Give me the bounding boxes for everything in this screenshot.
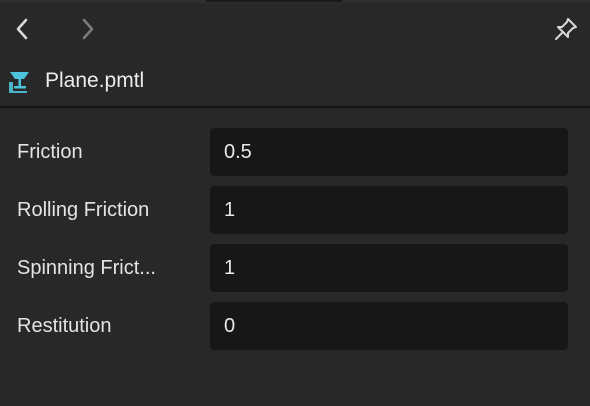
pin-button[interactable] <box>553 16 579 42</box>
spinning-friction-label: Spinning Frict... <box>17 257 156 279</box>
forward-button[interactable] <box>75 16 101 42</box>
inspector-header: Plane.pmtl <box>0 56 590 106</box>
property-row-restitution: Restitution 0 <box>0 302 590 350</box>
spinning-friction-input[interactable]: 1 <box>210 244 568 292</box>
property-row-friction: Friction 0.5 <box>0 128 590 176</box>
back-button[interactable] <box>9 16 35 42</box>
material-icon <box>9 72 29 93</box>
rolling-friction-label: Rolling Friction <box>17 199 150 221</box>
friction-input[interactable]: 0.5 <box>210 128 568 176</box>
file-title: Plane.pmtl <box>45 69 145 92</box>
active-tab-indicator <box>206 0 342 2</box>
friction-label: Friction <box>17 141 83 163</box>
chevron-left-icon <box>16 18 28 40</box>
property-row-spinning-friction: Spinning Frict... 1 <box>0 244 590 292</box>
pin-icon <box>555 18 577 40</box>
header-divider <box>0 106 590 108</box>
chevron-right-icon <box>82 18 94 40</box>
rolling-friction-input[interactable]: 1 <box>210 186 568 234</box>
restitution-label: Restitution <box>17 315 112 337</box>
property-row-rolling-friction: Rolling Friction 1 <box>0 186 590 234</box>
navigation-bar <box>0 3 590 55</box>
restitution-input[interactable]: 0 <box>210 302 568 350</box>
